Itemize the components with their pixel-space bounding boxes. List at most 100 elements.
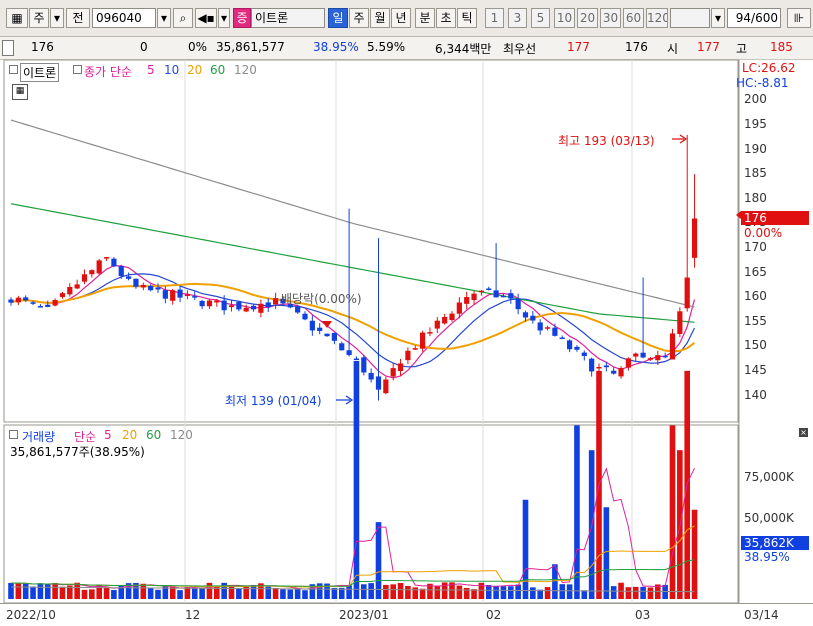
volume-bar	[59, 586, 66, 599]
date-axis: 2022/10 12 2023/01 02 03 03/14	[0, 603, 813, 626]
candle-body	[59, 293, 66, 297]
volume-bar	[625, 587, 632, 599]
volume-current-text: 35,861,577주(38.95%)	[10, 445, 145, 459]
ma-legend-20: 20	[187, 63, 203, 77]
candle-body	[126, 276, 132, 279]
candle-body	[655, 355, 661, 361]
volume-bar	[434, 585, 441, 599]
candle-body	[478, 290, 484, 293]
volume-bar	[302, 590, 308, 599]
candle-body	[589, 358, 595, 372]
volume-bar	[147, 588, 154, 599]
volume-bar	[206, 582, 213, 599]
volume-bar	[632, 586, 639, 599]
candle-body	[15, 297, 21, 303]
volume-bar	[287, 589, 294, 599]
volume-bar	[191, 588, 198, 599]
volume-bar	[412, 587, 419, 599]
volume-bar	[397, 582, 404, 599]
candle-body	[412, 348, 418, 350]
candle-body	[559, 337, 565, 340]
price-tick-190: 190	[744, 141, 767, 156]
candle-body	[390, 368, 396, 377]
candle-body	[596, 366, 602, 369]
candle-body	[434, 320, 440, 329]
dividend-annotation: 배당락(0.00%)	[281, 292, 362, 306]
volume-bar	[691, 509, 698, 599]
volume-tick-50000k: 50,000K	[744, 511, 794, 525]
volume-bar	[669, 425, 676, 599]
candle-body	[273, 298, 279, 305]
candle-body	[574, 346, 580, 350]
candle-body	[52, 299, 58, 306]
legend-toggle-icon[interactable]	[9, 65, 18, 74]
candle-body	[192, 296, 198, 298]
volume-bar	[294, 588, 301, 599]
volume-bar	[103, 587, 110, 599]
volume-current-badge: 35,862K	[741, 536, 809, 550]
date-label-02: 02	[486, 608, 502, 622]
candle-body	[162, 290, 168, 299]
candle-body	[544, 327, 551, 329]
candle-body	[361, 357, 367, 373]
volume-legend-toggle-icon[interactable]	[9, 430, 18, 439]
candle-body	[111, 258, 117, 267]
volume-ma-20: 20	[122, 428, 138, 442]
candle-body	[243, 307, 249, 312]
volume-bar	[456, 585, 463, 599]
volume-bar	[500, 586, 507, 599]
candle-body	[118, 266, 124, 277]
candle-body	[302, 313, 308, 320]
volume-bar	[280, 589, 286, 599]
candle-body	[500, 295, 507, 298]
candle-body	[442, 316, 448, 324]
candle-body	[662, 355, 668, 358]
candle-body	[155, 287, 161, 290]
volume-bar	[250, 585, 257, 599]
candle-body	[214, 300, 220, 303]
price-volume-chart[interactable]	[0, 0, 813, 625]
candle-body	[339, 343, 345, 351]
price-tick-150: 150	[744, 338, 767, 353]
candle-body	[567, 340, 573, 350]
date-label-12: 12	[185, 608, 201, 622]
candle-body	[317, 327, 323, 331]
candle-body	[633, 353, 639, 357]
volume-bar	[155, 589, 161, 599]
volume-pane-close-icon[interactable]: ×	[799, 428, 808, 437]
high-annotation: 최고 193 (03/13)	[558, 134, 655, 148]
volume-bar	[493, 586, 499, 599]
candle-body	[228, 305, 235, 308]
candle-body	[368, 372, 374, 380]
candle-body	[199, 300, 205, 307]
candle-body	[464, 297, 470, 304]
volume-bar	[530, 587, 536, 599]
candle-body	[611, 370, 617, 374]
volume-bar	[140, 583, 147, 599]
price-tick-200: 200	[744, 92, 767, 107]
candle-body	[647, 358, 654, 360]
ma-legend-10: 10	[164, 63, 180, 77]
price-pane-name: 이트론	[20, 63, 60, 82]
volume-bar	[471, 589, 477, 599]
ma-legend-toggle-icon[interactable]	[73, 65, 82, 74]
candle-body	[23, 297, 29, 301]
candle-body	[236, 301, 242, 310]
volume-bar	[162, 585, 169, 599]
volume-bar	[243, 585, 249, 599]
candle-body	[258, 303, 264, 313]
candle-body	[67, 286, 73, 295]
date-label-2022-10: 2022/10	[6, 608, 56, 622]
low-annotation: 최저 139 (01/04)	[225, 394, 322, 408]
current-price-badge: 176	[741, 211, 809, 225]
candle-body	[486, 288, 492, 291]
volume-pct-label: 38.95%	[744, 550, 790, 564]
volume-bar	[89, 589, 95, 599]
candle-body	[30, 302, 36, 304]
candle-body	[537, 322, 543, 331]
price-tick-180: 180	[744, 190, 767, 205]
date-label-2023-01: 2023/01	[339, 608, 389, 622]
grid-table-icon[interactable]: ▦	[12, 84, 28, 100]
candle-body	[383, 379, 389, 394]
candle-body	[309, 320, 315, 331]
